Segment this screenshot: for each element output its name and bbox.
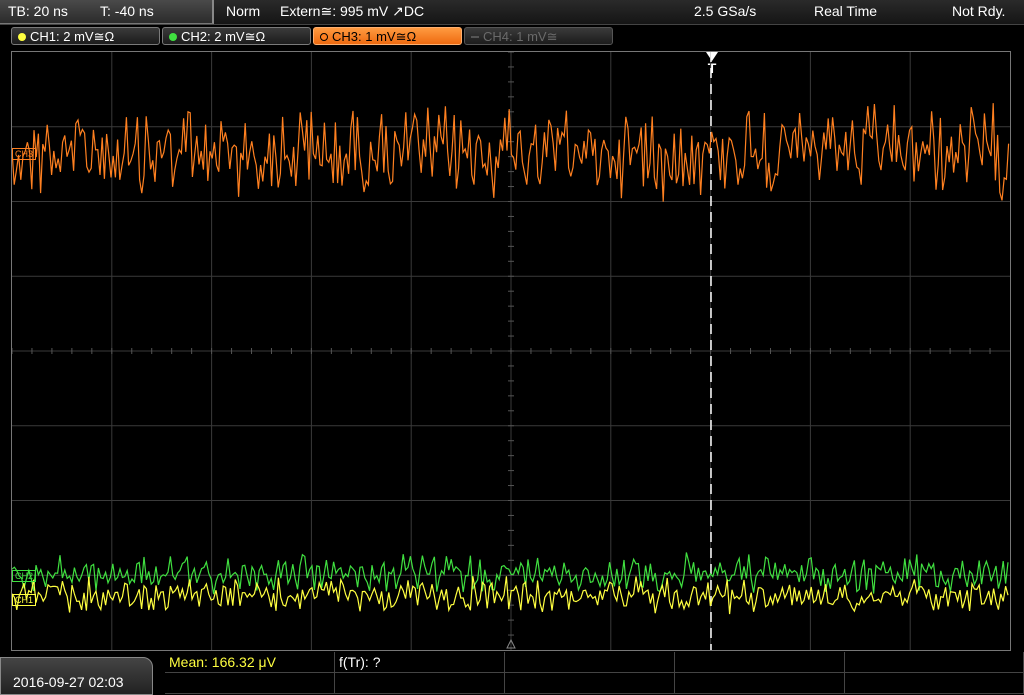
channel-label: CH1: 2 mV≅Ω — [30, 29, 115, 44]
waveform-area[interactable] — [12, 52, 1010, 650]
channel-tab-ch2[interactable]: CH2: 2 mV≅Ω — [162, 27, 311, 45]
channel-label: CH3: 1 mV≅Ω — [332, 29, 417, 44]
measurement-slot[interactable] — [505, 652, 675, 673]
trigger-source[interactable]: Extern≅: 995 mV ↗DC — [280, 3, 424, 20]
measurement-slot[interactable] — [675, 673, 845, 694]
channel-tab-ch1[interactable]: CH1: 2 mV≅Ω — [11, 27, 160, 45]
measurement-table: Mean: 166.32 μV f(Tr): ? — [165, 652, 1024, 695]
datetime: 2016-09-27 02:03 — [13, 674, 124, 690]
ch3-level-marker[interactable]: CH3 — [12, 148, 37, 160]
status-bar: TB: 20 ns T: -40 ns Norm Extern≅: 995 mV… — [0, 0, 1024, 25]
channel-tab-ch3[interactable]: CH3: 1 mV≅Ω — [313, 27, 462, 45]
ch2-level-marker[interactable]: CH2 — [12, 570, 37, 582]
measurement-slot[interactable] — [845, 673, 1024, 694]
trigger-mode[interactable]: Norm — [226, 3, 260, 19]
timebase-panel[interactable]: TB: 20 ns T: -40 ns — [0, 0, 214, 24]
ch4-indicator-icon — [471, 36, 479, 38]
datetime-panel[interactable]: 2016-09-27 02:03 — [0, 657, 153, 695]
timebase-value[interactable]: TB: 20 ns — [8, 3, 68, 19]
measurement-slot[interactable] — [675, 652, 845, 673]
measurement-slot[interactable] — [845, 652, 1024, 673]
acquisition-status: Not Rdy. — [952, 3, 1006, 19]
measurement-mean[interactable]: Mean: 166.32 μV — [165, 652, 335, 673]
channel-label: CH2: 2 mV≅Ω — [181, 29, 266, 44]
channel-tab-ch4[interactable]: CH4: 1 mV≅ — [464, 27, 613, 45]
ch1-indicator-icon — [18, 33, 26, 41]
trigger-offset-value[interactable]: T: -40 ns — [100, 3, 154, 19]
measurement-slot[interactable] — [165, 673, 335, 694]
waveform-display[interactable] — [11, 51, 1011, 651]
ch2-indicator-icon — [169, 33, 177, 41]
ch1-waveform — [12, 576, 1009, 615]
acquisition-mode: Real Time — [814, 3, 878, 19]
measurement-frequency[interactable]: f(Tr): ? — [335, 652, 505, 673]
ch1-level-marker[interactable]: CH1 — [12, 594, 37, 606]
measurement-slot[interactable] — [335, 673, 505, 694]
ch3-indicator-icon — [320, 33, 328, 41]
sample-rate: 2.5 GSa/s — [694, 3, 757, 19]
ch2-waveform — [12, 552, 1009, 595]
channel-label: CH4: 1 mV≅ — [483, 29, 558, 44]
measurement-slot[interactable] — [505, 673, 675, 694]
